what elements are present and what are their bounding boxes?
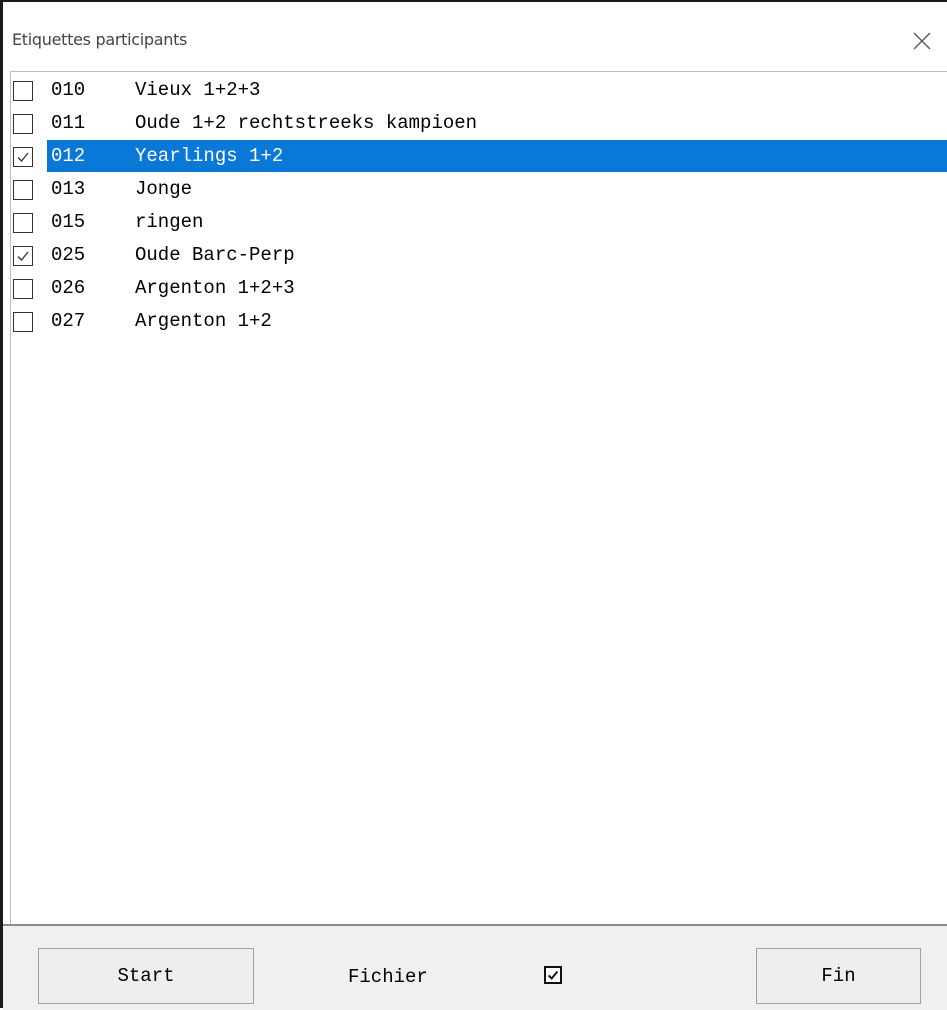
list-item[interactable]: 025 Oude Barc-Perp (11, 239, 947, 271)
item-checkbox[interactable] (13, 114, 33, 134)
window-title: Etiquettes participants (12, 30, 188, 49)
item-text: 010 Vieux 1+2+3 (47, 74, 947, 106)
item-text: 013 Jonge (47, 173, 947, 205)
item-checkbox[interactable] (13, 246, 33, 266)
item-code: 025 (51, 244, 86, 266)
item-code: 010 (51, 79, 86, 101)
item-label: Jonge (135, 178, 193, 200)
item-checkbox[interactable] (13, 279, 33, 299)
item-text: 011 Oude 1+2 rechtstreeks kampioen (47, 107, 947, 139)
dialog-window: Etiquettes participants 010 Vieux 1+2+3 01… (0, 0, 947, 1010)
item-code: 026 (51, 277, 86, 299)
checkmark-icon (17, 251, 29, 261)
list-item[interactable]: 015 ringen (11, 206, 947, 238)
fichier-checkbox[interactable] (544, 966, 562, 984)
item-checkbox[interactable] (13, 81, 33, 101)
list-item[interactable]: 026 Argenton 1+2+3 (11, 272, 947, 304)
item-text: 027 Argenton 1+2 (47, 305, 947, 337)
list-item[interactable]: 010 Vieux 1+2+3 (11, 74, 947, 106)
title-bar: Etiquettes participants (3, 2, 947, 66)
list-item[interactable]: 012 Yearlings 1+2 (11, 140, 947, 172)
item-label: Vieux 1+2+3 (135, 79, 261, 101)
item-label: Yearlings 1+2 (135, 145, 284, 167)
checkmark-icon (547, 970, 559, 980)
item-code: 013 (51, 178, 86, 200)
item-checkbox[interactable] (13, 213, 33, 233)
list-item[interactable]: 011 Oude 1+2 rechtstreeks kampioen (11, 107, 947, 139)
item-checkbox[interactable] (13, 312, 33, 332)
item-text: 012 Yearlings 1+2 (47, 140, 947, 172)
item-label: Argenton 1+2 (135, 310, 272, 332)
item-label: Oude Barc-Perp (135, 244, 295, 266)
start-button[interactable]: Start (38, 948, 254, 1004)
checkmark-icon (17, 152, 29, 162)
list-item[interactable]: 013 Jonge (11, 173, 947, 205)
close-icon (913, 32, 931, 50)
item-label: Oude 1+2 rechtstreeks kampioen (135, 112, 478, 134)
fin-button[interactable]: Fin (756, 948, 921, 1004)
close-button[interactable] (905, 24, 939, 58)
item-code: 015 (51, 211, 86, 233)
item-checkbox[interactable] (13, 180, 33, 200)
footer-bar: Start Fichier Fin (3, 926, 947, 1010)
item-checkbox[interactable] (13, 147, 33, 167)
item-text: 025 Oude Barc-Perp (47, 239, 947, 271)
fichier-label: Fichier (348, 966, 428, 988)
item-text: 026 Argenton 1+2+3 (47, 272, 947, 304)
item-code: 012 (51, 145, 86, 167)
item-label: ringen (135, 211, 204, 233)
item-code: 027 (51, 310, 86, 332)
list-item[interactable]: 027 Argenton 1+2 (11, 305, 947, 337)
item-code: 011 (51, 112, 86, 134)
participants-list[interactable]: 010 Vieux 1+2+3 011 Oude 1+2 rechtstreeks k… (10, 71, 947, 925)
item-label: Argenton 1+2+3 (135, 277, 295, 299)
item-text: 015 ringen (47, 206, 947, 238)
